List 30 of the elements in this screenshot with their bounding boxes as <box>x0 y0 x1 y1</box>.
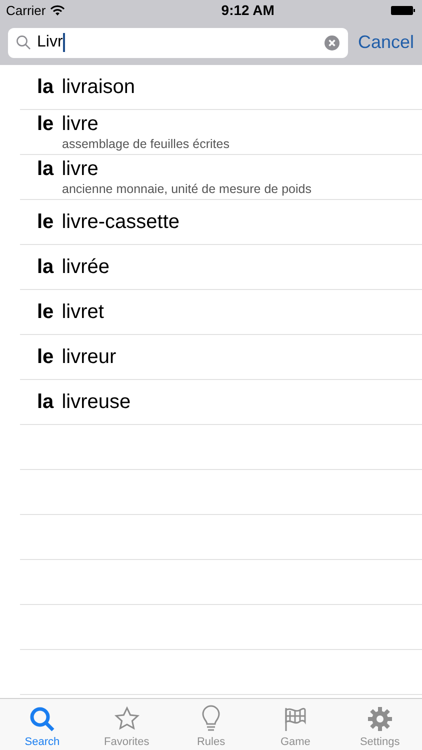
battery-icon <box>391 4 416 16</box>
clear-icon[interactable] <box>324 34 340 50</box>
search-field[interactable]: Livr <box>8 28 348 58</box>
carrier-label: Carrier <box>6 2 46 18</box>
word-label[interactable]: livreur <box>62 346 116 368</box>
search-icon <box>16 35 31 50</box>
settings-icon <box>366 705 394 733</box>
status-time: 9:12 AM <box>221 2 274 18</box>
definition-text: ancienne monnaie, unité de mesure de poids <box>62 182 312 196</box>
word-label[interactable]: livre <box>62 158 98 181</box>
wifi-icon <box>50 4 65 16</box>
article-label: le <box>37 113 54 136</box>
article-label: le <box>37 210 54 234</box>
search-icon <box>28 705 56 733</box>
word-label[interactable]: livraison <box>62 76 136 98</box>
word-label[interactable]: livre <box>62 113 98 136</box>
article-label: la <box>37 158 54 181</box>
search-text: Livr <box>37 34 63 51</box>
word-label[interactable]: livret <box>62 300 104 324</box>
word-label[interactable]: livre-cassette <box>62 210 180 234</box>
word-label[interactable]: livreuse <box>62 390 131 414</box>
article-label: la <box>37 390 54 414</box>
tab-item[interactable]: Search <box>0 699 84 750</box>
word-label[interactable]: livrée <box>62 256 110 278</box>
definition-text: assemblage de feuilles écrites <box>62 137 230 151</box>
article-label: la <box>37 256 54 278</box>
cancel-button[interactable]: Cancel <box>358 32 414 53</box>
article-label: le <box>37 346 54 368</box>
article-label: le <box>37 300 54 324</box>
article-label: la <box>37 76 54 98</box>
